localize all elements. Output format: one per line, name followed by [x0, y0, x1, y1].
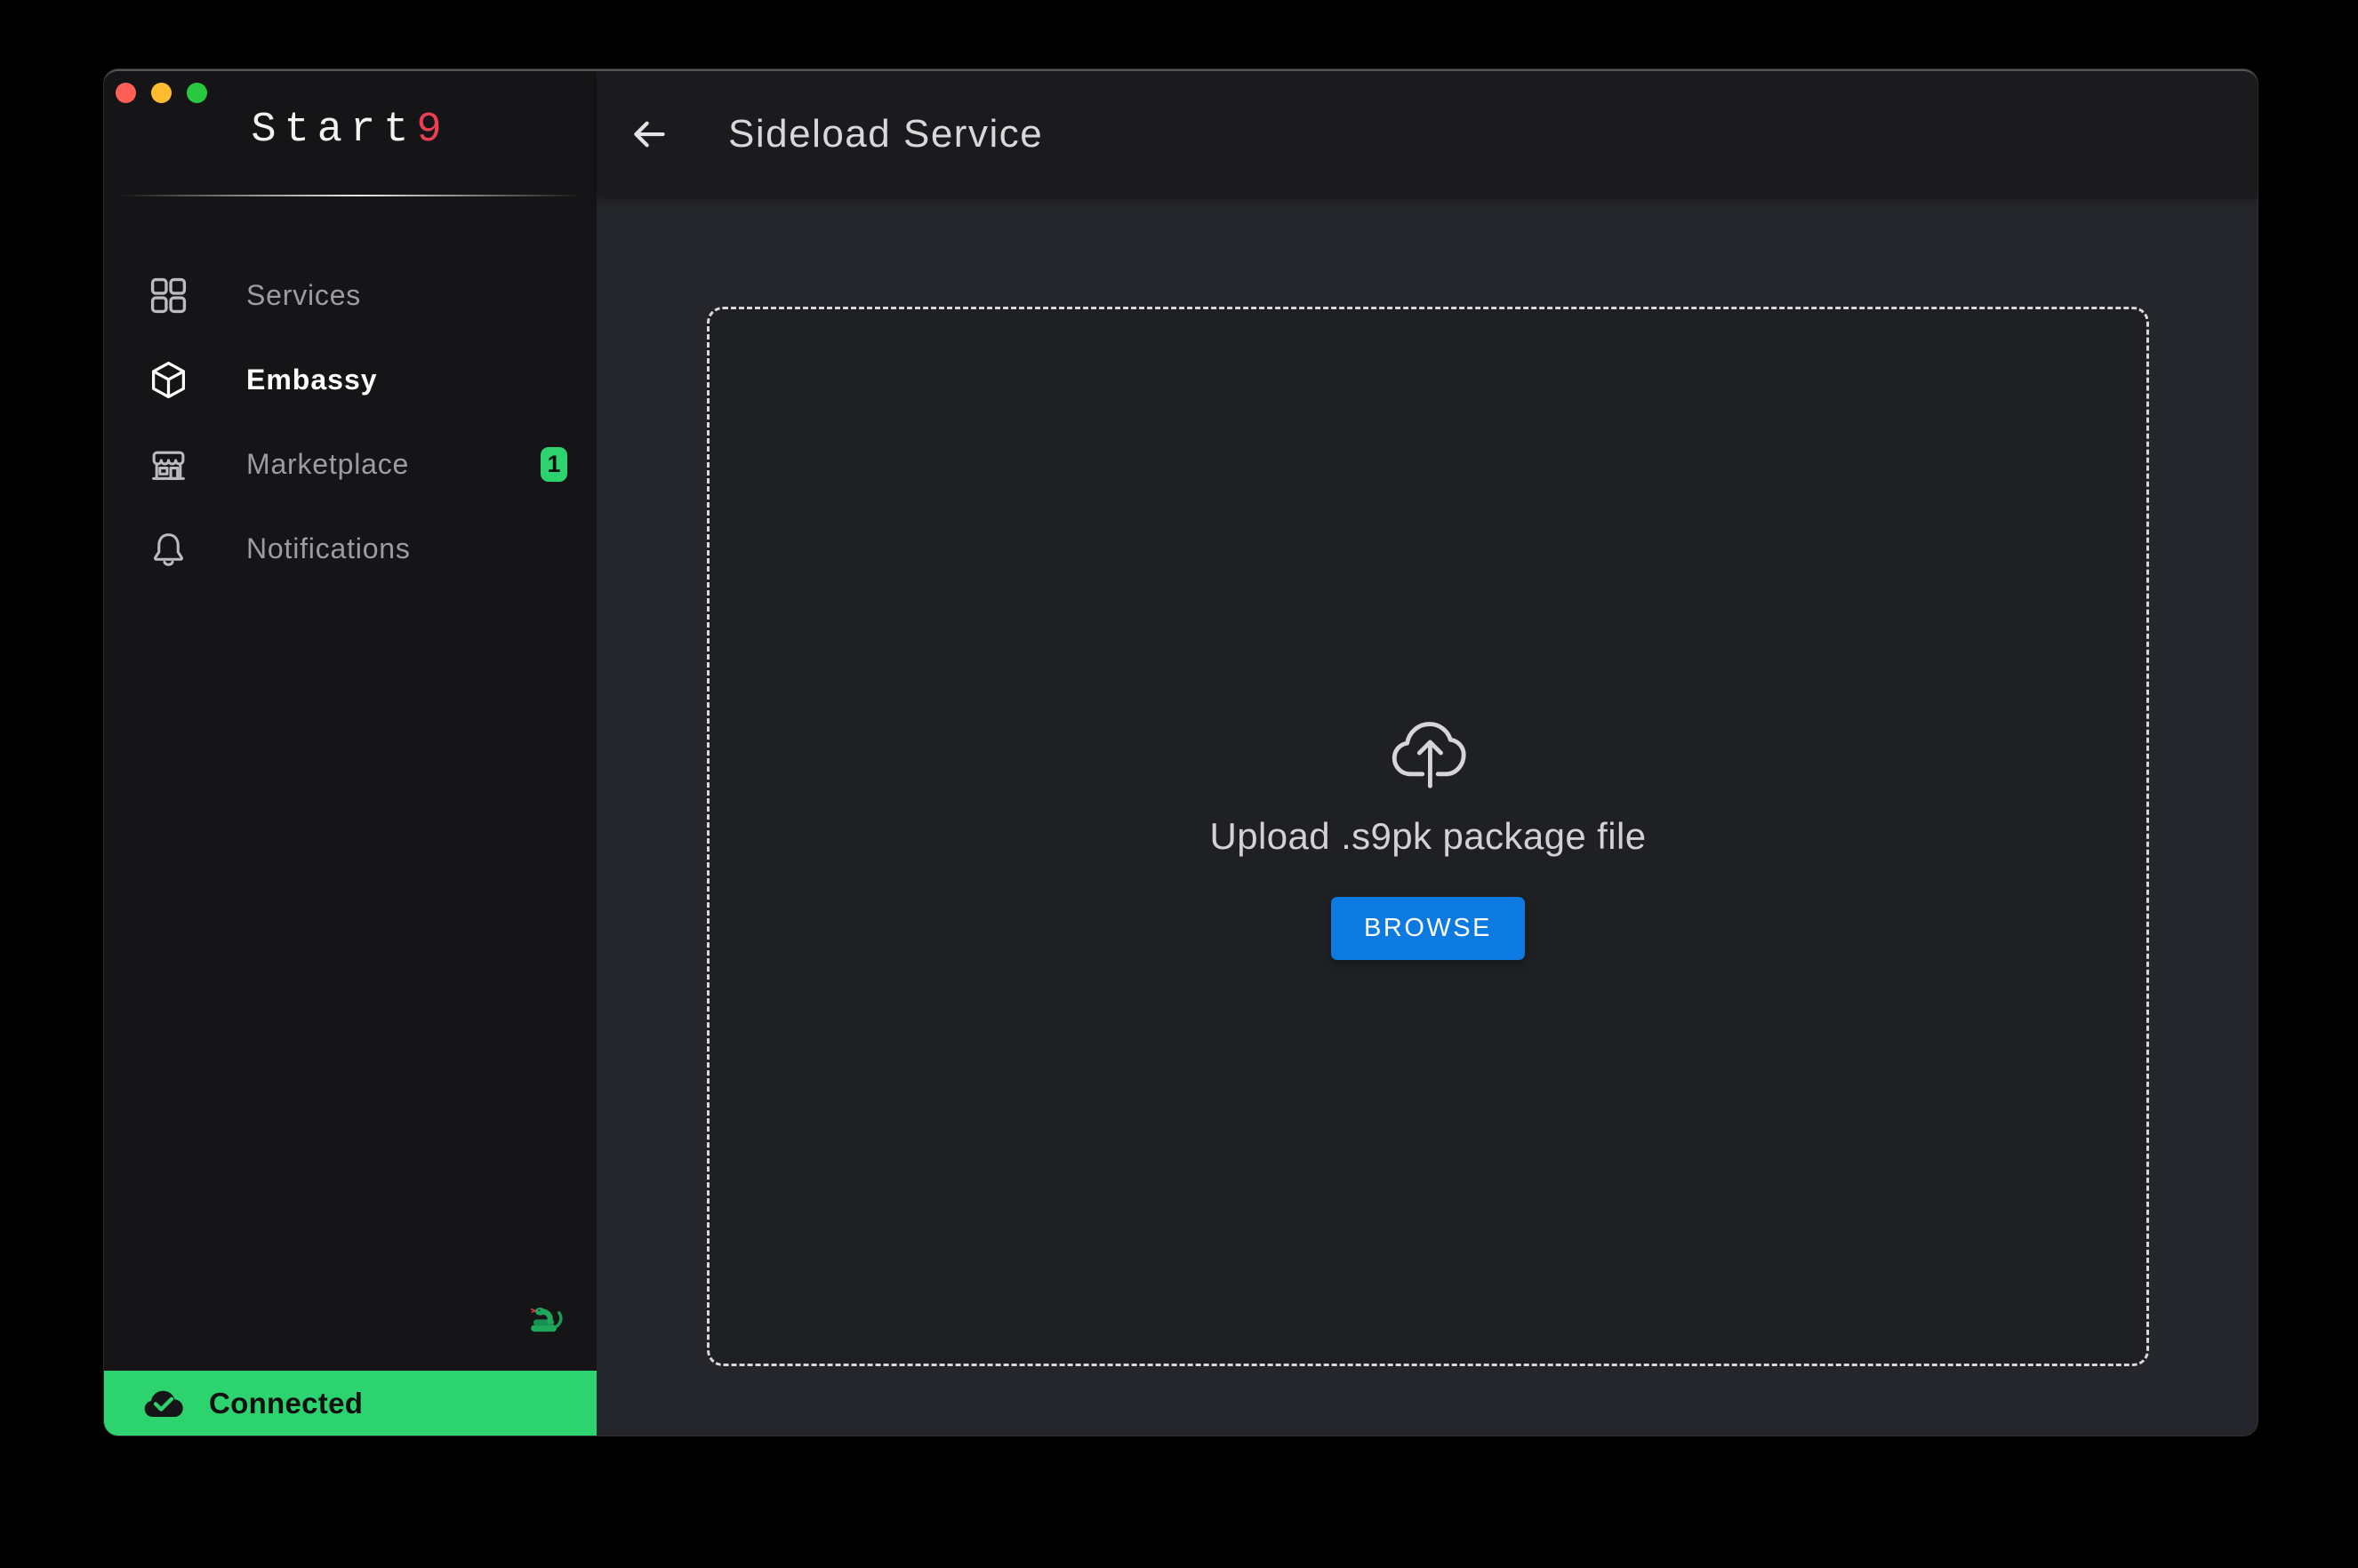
- page-content: Upload .s9pk package file BROWSE: [597, 197, 2258, 1436]
- cloud-check-icon: [143, 1387, 185, 1420]
- cube-icon: [148, 360, 188, 400]
- cloud-upload-icon: [1387, 713, 1470, 796]
- close-window-button[interactable]: [116, 83, 136, 103]
- sidebar-item-label: Embassy: [246, 364, 378, 396]
- sidebar-item-marketplace[interactable]: Marketplace 1: [104, 422, 597, 507]
- minimize-window-button[interactable]: [151, 83, 172, 103]
- window-controls: [116, 83, 207, 103]
- app-window: Start9 Services: [104, 69, 2258, 1436]
- logo-accent: 9: [416, 107, 449, 154]
- sidebar-item-label: Notifications: [246, 532, 411, 565]
- browse-button[interactable]: BROWSE: [1331, 897, 1525, 960]
- storefront-icon: [148, 444, 188, 484]
- snake-icon: [525, 1302, 565, 1334]
- bell-icon: [148, 529, 188, 569]
- zoom-window-button[interactable]: [187, 83, 207, 103]
- page-title: Sideload Service: [728, 112, 1043, 156]
- marketplace-count-badge: 1: [541, 447, 567, 482]
- grid-icon: [148, 276, 188, 316]
- page-header: Sideload Service: [597, 71, 2258, 197]
- connection-status-bar[interactable]: Connected: [104, 1371, 597, 1436]
- sidebar-item-label: Marketplace: [246, 448, 409, 481]
- sidebar-item-embassy[interactable]: Embassy: [104, 338, 597, 422]
- sidebar-item-services[interactable]: Services: [104, 253, 597, 338]
- upload-dropzone[interactable]: Upload .s9pk package file BROWSE: [707, 307, 2149, 1366]
- upload-prompt: Upload .s9pk package file: [1210, 815, 1647, 858]
- sidebar-nav: Services Embassy: [104, 253, 597, 591]
- sidebar-item-notifications[interactable]: Notifications: [104, 507, 597, 591]
- sidebar-divider: [115, 195, 586, 196]
- connection-status-label: Connected: [209, 1387, 363, 1420]
- start9-logo: Start9: [104, 108, 597, 153]
- arrow-back-icon: [630, 115, 669, 154]
- logo-text: Start: [251, 107, 416, 154]
- sidebar-item-label: Services: [246, 279, 361, 312]
- back-button[interactable]: [627, 112, 671, 156]
- sidebar: Start9 Services: [104, 71, 597, 1436]
- main-area: Sideload Service Upload .s9pk package fi…: [597, 71, 2258, 1436]
